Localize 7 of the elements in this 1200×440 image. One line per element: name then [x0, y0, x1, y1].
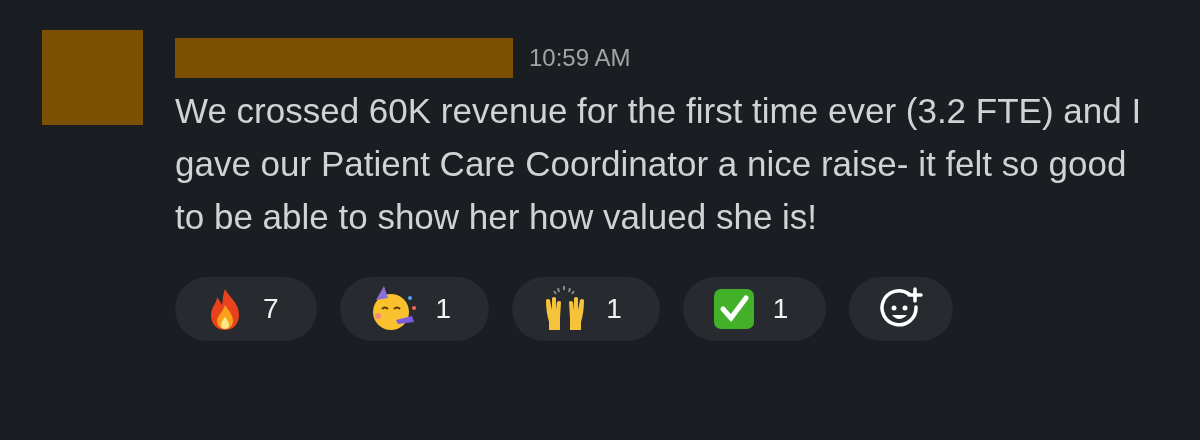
reaction-button[interactable]: 1 — [512, 277, 660, 341]
reaction-button[interactable]: 7 — [175, 277, 317, 341]
reaction-button[interactable]: 1 — [682, 277, 827, 341]
reaction-button[interactable]: 1 — [339, 277, 490, 341]
check-icon — [712, 288, 755, 330]
message-text: We crossed 60K revenue for the first time ever (3.2 FTE) and I gave our Patient Care Coordinator a nice raise- it felt so good to be able to show her how valued she is! — [175, 90, 1143, 238]
timestamp[interactable]: 10:59 AM — [529, 44, 631, 72]
